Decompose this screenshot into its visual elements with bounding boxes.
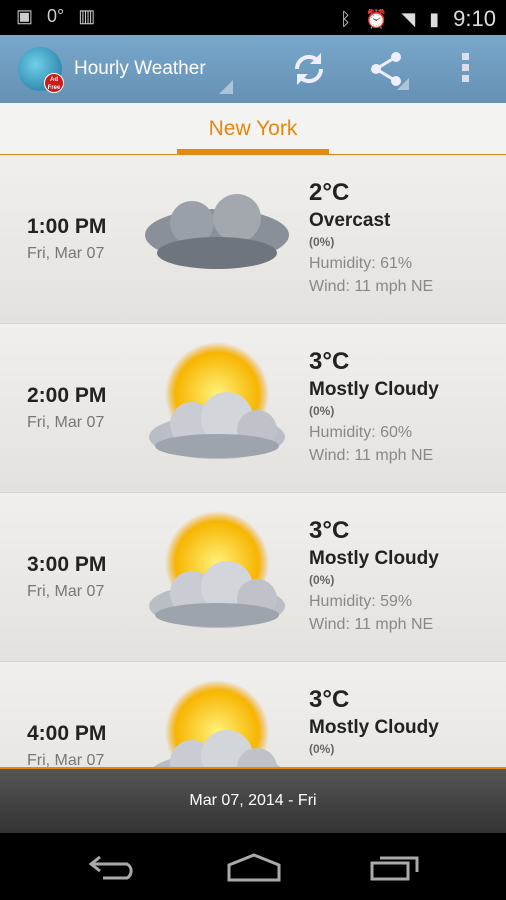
hour-humidity: Humidity: 61% bbox=[309, 255, 413, 272]
app-title[interactable]: Hourly Weather bbox=[74, 58, 206, 80]
status-bar: ▣ 0° ▥ ᛒ ⏰ ◥ ▮ 9:10 bbox=[0, 0, 506, 35]
hour-precip: (0%) bbox=[309, 573, 335, 587]
hour-condition: Mostly Cloudy bbox=[309, 379, 439, 400]
tab-indicator bbox=[177, 149, 329, 154]
hour-wind: Wind: 11 mph NE bbox=[309, 278, 434, 295]
share-dropdown-indicator-icon bbox=[397, 78, 409, 90]
hour-date: Fri, Mar 07 bbox=[27, 752, 105, 767]
status-time: 9:10 bbox=[453, 6, 496, 31]
overcast-icon bbox=[145, 194, 289, 269]
hour-condition: Overcast bbox=[309, 210, 391, 231]
hour-condition: Mostly Cloudy bbox=[309, 548, 439, 569]
hour-row[interactable]: 4:00 PM Fri, Mar 07 3°C Mostly Cloudy (0… bbox=[0, 662, 506, 767]
hour-temp: 3°C bbox=[309, 517, 350, 544]
wifi-icon: ◥ bbox=[401, 8, 416, 29]
image-icon: ▣ bbox=[16, 6, 34, 26]
hour-temp: 2°C bbox=[309, 179, 350, 206]
status-temp: 0° bbox=[47, 6, 65, 26]
mostly-cloudy-icon bbox=[149, 342, 285, 459]
mostly-cloudy-icon bbox=[153, 680, 281, 767]
hour-date: Fri, Mar 07 bbox=[27, 414, 105, 431]
hour-time: 2:00 PM bbox=[27, 384, 107, 407]
home-icon[interactable] bbox=[227, 853, 281, 883]
hour-time: 3:00 PM bbox=[27, 553, 107, 576]
hour-row[interactable]: 2:00 PM Fri, Mar 07 3°C Mostly Cloudy (0… bbox=[0, 324, 506, 493]
hour-row[interactable]: 1:00 PM Fri, Mar 07 2°C Overcast (0%) Hum… bbox=[0, 155, 506, 324]
hour-precip: (0%) bbox=[309, 742, 335, 756]
hour-precip: (0%) bbox=[309, 235, 335, 249]
hour-row[interactable]: 3:00 PM Fri, Mar 07 3°C Mostly Cloudy (0… bbox=[0, 493, 506, 662]
hour-time: 1:00 PM bbox=[27, 215, 107, 238]
share-icon[interactable] bbox=[368, 49, 408, 100]
hour-humidity: Humidity: 60% bbox=[309, 424, 413, 441]
hourly-list[interactable]: 1:00 PM Fri, Mar 07 2°C Overcast (0%) Hum… bbox=[0, 155, 506, 767]
bluetooth-icon: ᛒ bbox=[340, 8, 351, 29]
ad-free-badge: Ad Free bbox=[44, 73, 64, 93]
tab-new-york[interactable]: New York bbox=[177, 117, 329, 141]
hour-precip: (0%) bbox=[309, 404, 335, 418]
hour-humidity: Humidity: 59% bbox=[309, 593, 413, 610]
hour-condition: Mostly Cloudy bbox=[309, 717, 439, 738]
hour-wind: Wind: 11 mph NE bbox=[309, 447, 434, 464]
barcode-icon: ▥ bbox=[78, 6, 96, 26]
navigation-bar bbox=[0, 833, 506, 900]
overflow-menu-icon[interactable] bbox=[460, 53, 472, 96]
refresh-icon[interactable] bbox=[291, 49, 327, 100]
app-bar: Ad Free Hourly Weather bbox=[0, 35, 506, 103]
location-tabs: New York bbox=[0, 103, 506, 155]
hour-temp: 3°C bbox=[309, 686, 350, 713]
hour-temp: 3°C bbox=[309, 348, 350, 375]
recent-apps-icon[interactable] bbox=[370, 853, 420, 883]
hour-date: Fri, Mar 07 bbox=[27, 583, 105, 600]
hour-date: Fri, Mar 07 bbox=[27, 245, 105, 262]
app-logo[interactable]: Ad Free bbox=[18, 47, 64, 93]
footer-date-bar[interactable]: Mar 07, 2014 - Fri bbox=[0, 767, 506, 833]
battery-charging-icon: ▮ bbox=[429, 8, 440, 29]
dropdown-indicator-icon bbox=[219, 80, 233, 94]
footer-date: Mar 07, 2014 - Fri bbox=[189, 792, 317, 809]
hour-time: 4:00 PM bbox=[27, 722, 107, 745]
back-icon[interactable] bbox=[88, 853, 138, 883]
alarm-icon: ⏰ bbox=[365, 8, 388, 29]
mostly-cloudy-icon bbox=[149, 511, 285, 628]
hour-wind: Wind: 11 mph NE bbox=[309, 616, 434, 633]
